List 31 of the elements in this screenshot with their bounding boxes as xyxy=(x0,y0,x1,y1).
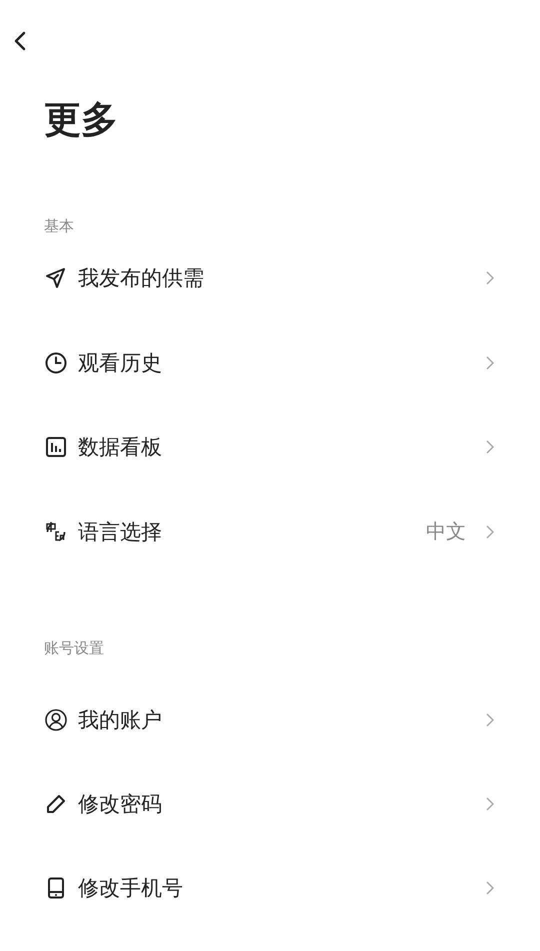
chevron-right-icon xyxy=(486,271,494,286)
menu-item[interactable]: 修改密码 xyxy=(44,762,496,846)
section-label: 基本 xyxy=(44,216,75,236)
bar-chart-icon xyxy=(44,435,68,460)
menu-item-label: 语言选择 xyxy=(78,518,163,546)
chevron-right-icon xyxy=(486,881,494,895)
menu-item[interactable]: 观看历史 xyxy=(44,320,496,405)
pencil-icon xyxy=(44,792,68,816)
menu-item[interactable]: 我的账户 xyxy=(44,678,496,762)
menu-item-label: 观看历史 xyxy=(78,350,163,377)
menu-item-label: 修改手机号 xyxy=(78,875,184,902)
menu-item[interactable]: 语言选择 中文 xyxy=(44,490,496,574)
menu-item-label: 我发布的供需 xyxy=(78,265,205,292)
chevron-right-icon xyxy=(486,797,494,811)
menu-item-label: 我的账户 xyxy=(78,707,163,734)
chevron-right-icon xyxy=(486,713,494,727)
menu-item[interactable]: 我发布的供需 xyxy=(44,236,496,320)
chevron-right-icon xyxy=(486,356,494,370)
section-label: 账号设置 xyxy=(44,638,105,658)
menu-item[interactable]: 数据看板 xyxy=(44,405,496,490)
send-icon xyxy=(44,266,68,290)
menu-item-value: 中文 xyxy=(426,518,466,546)
user-icon xyxy=(44,708,68,732)
clock-icon xyxy=(44,350,68,375)
chevron-right-icon xyxy=(486,440,494,454)
menu-item-label: 修改密码 xyxy=(78,791,163,818)
menu-item[interactable]: 修改手机号 xyxy=(44,846,496,930)
chevron-right-icon xyxy=(486,524,494,539)
back-icon[interactable] xyxy=(14,31,26,51)
page-title: 更多 xyxy=(43,101,119,143)
menu-item-label: 数据看板 xyxy=(78,434,163,462)
